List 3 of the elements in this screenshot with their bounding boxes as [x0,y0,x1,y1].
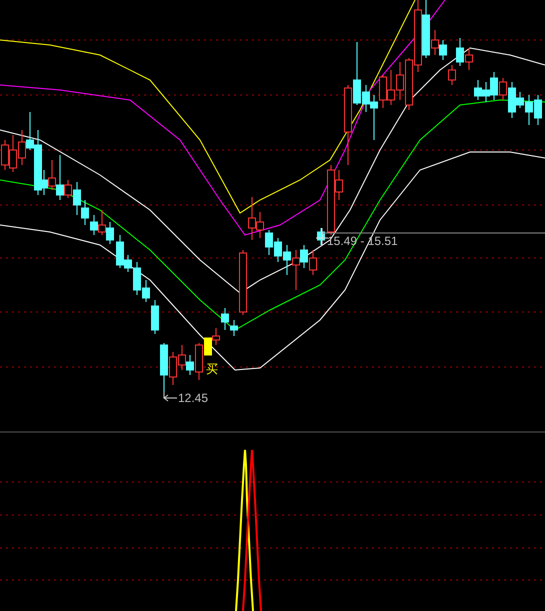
buy-signal-label: 买 [206,362,218,376]
arrow-icon [163,392,178,402]
low-price-label: 12.45 [178,391,208,405]
